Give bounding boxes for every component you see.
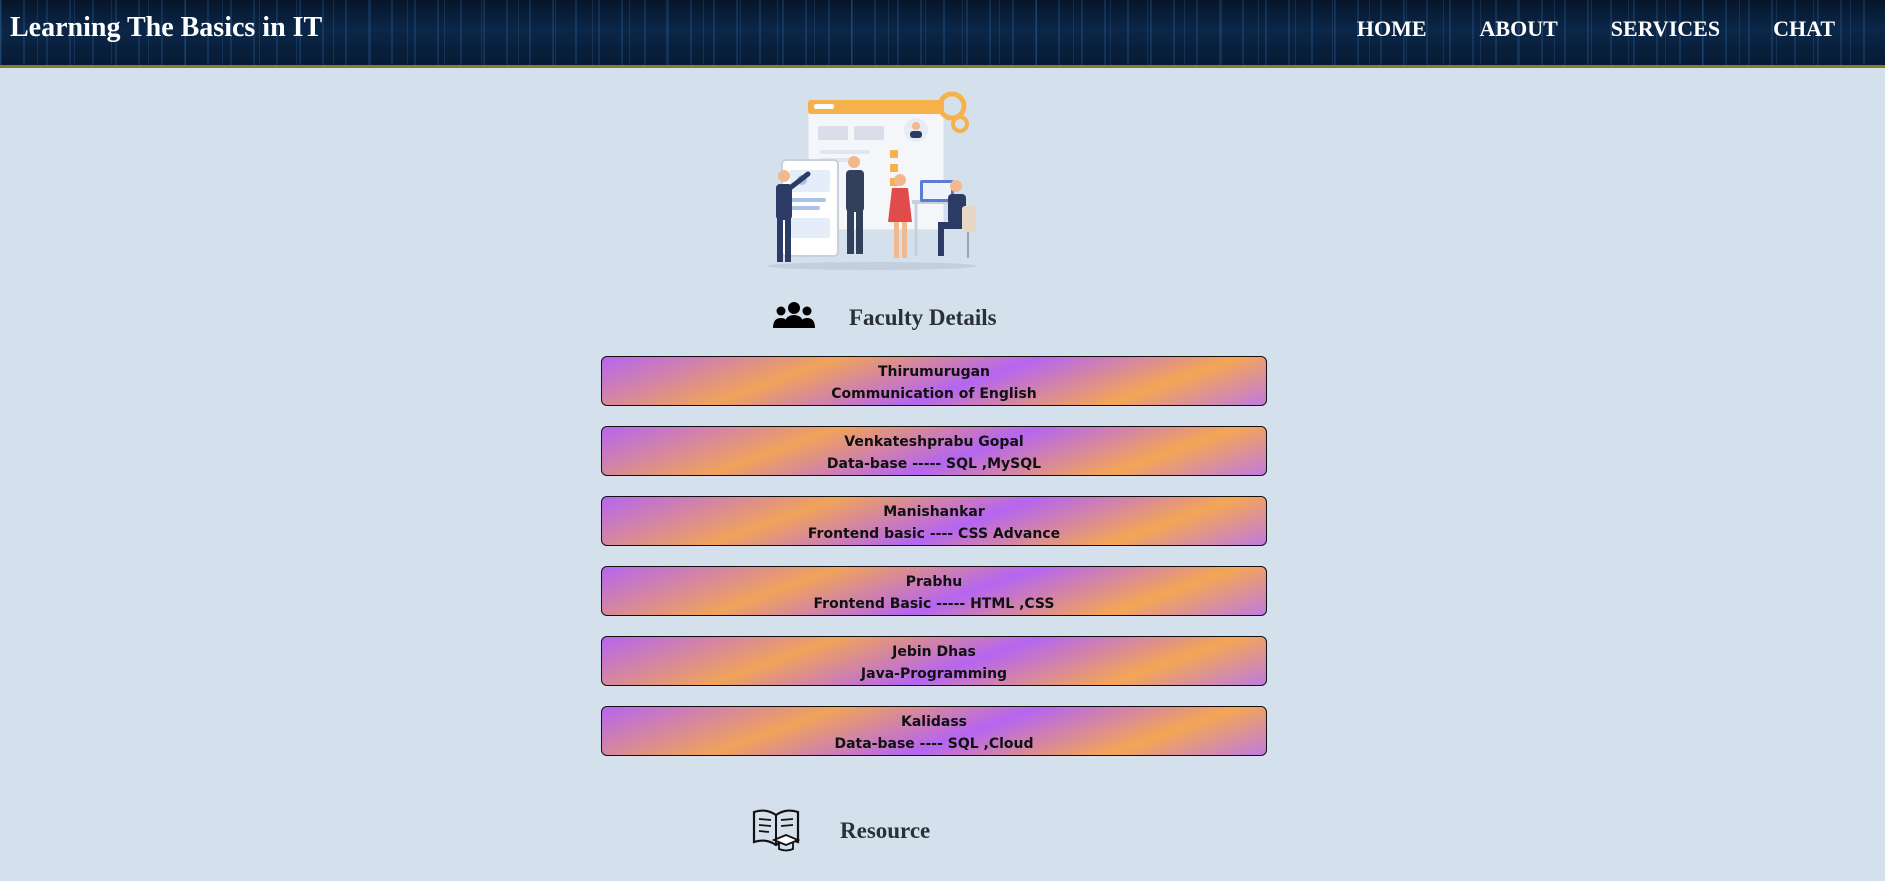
resource-section-header: Resource [752, 806, 930, 856]
faculty-name: Prabhu [905, 574, 963, 590]
team-illustration [762, 88, 986, 274]
faculty-subject: Java-Programming [860, 666, 1008, 682]
faculty-subject: Data-base ----- SQL ,MySQL [826, 456, 1042, 472]
nav-chat[interactable]: CHAT [1773, 16, 1835, 42]
faculty-card[interactable]: Prabhu Frontend Basic ----- HTML ,CSS [601, 566, 1267, 616]
faculty-name: Manishankar [883, 504, 985, 520]
faculty-subject: Frontend Basic ----- HTML ,CSS [813, 596, 1055, 612]
nav-about[interactable]: ABOUT [1480, 16, 1558, 42]
faculty-subject: Data-base ---- SQL ,Cloud [834, 736, 1034, 752]
faculty-title: Faculty Details [849, 305, 997, 330]
faculty-card[interactable]: Jebin Dhas Java-Programming [601, 636, 1267, 686]
faculty-name: Thirumurugan [877, 364, 991, 380]
faculty-subject: Communication of English [831, 386, 1037, 402]
faculty-card[interactable]: Kalidass Data-base ---- SQL ,Cloud [601, 706, 1267, 756]
resource-title: Resource [840, 818, 931, 843]
open-book-icon [752, 806, 801, 856]
nav-home[interactable]: HOME [1357, 16, 1427, 42]
top-navbar: Learning The Basics in IT HOME ABOUT SER… [0, 0, 1885, 68]
main-nav: HOME ABOUT SERVICES CHAT [1357, 16, 1835, 42]
faculty-section-header: Faculty Details [773, 300, 997, 336]
faculty-card[interactable]: Venkateshprabu Gopal Data-base ----- SQL… [601, 426, 1267, 476]
faculty-card[interactable]: Manishankar Frontend basic ---- CSS Adva… [601, 496, 1267, 546]
faculty-name: Kalidass [900, 714, 968, 730]
faculty-card[interactable]: Thirumurugan Communication of English [601, 356, 1267, 406]
faculty-list: Thirumurugan Communication of English Ve… [601, 356, 1267, 776]
users-icon [773, 300, 815, 336]
faculty-name: Venkateshprabu Gopal [844, 434, 1024, 450]
site-title[interactable]: Learning The Basics in IT [10, 12, 322, 44]
faculty-name: Jebin Dhas [892, 644, 976, 660]
nav-services[interactable]: SERVICES [1611, 16, 1720, 42]
faculty-subject: Frontend basic ---- CSS Advance [807, 526, 1061, 542]
